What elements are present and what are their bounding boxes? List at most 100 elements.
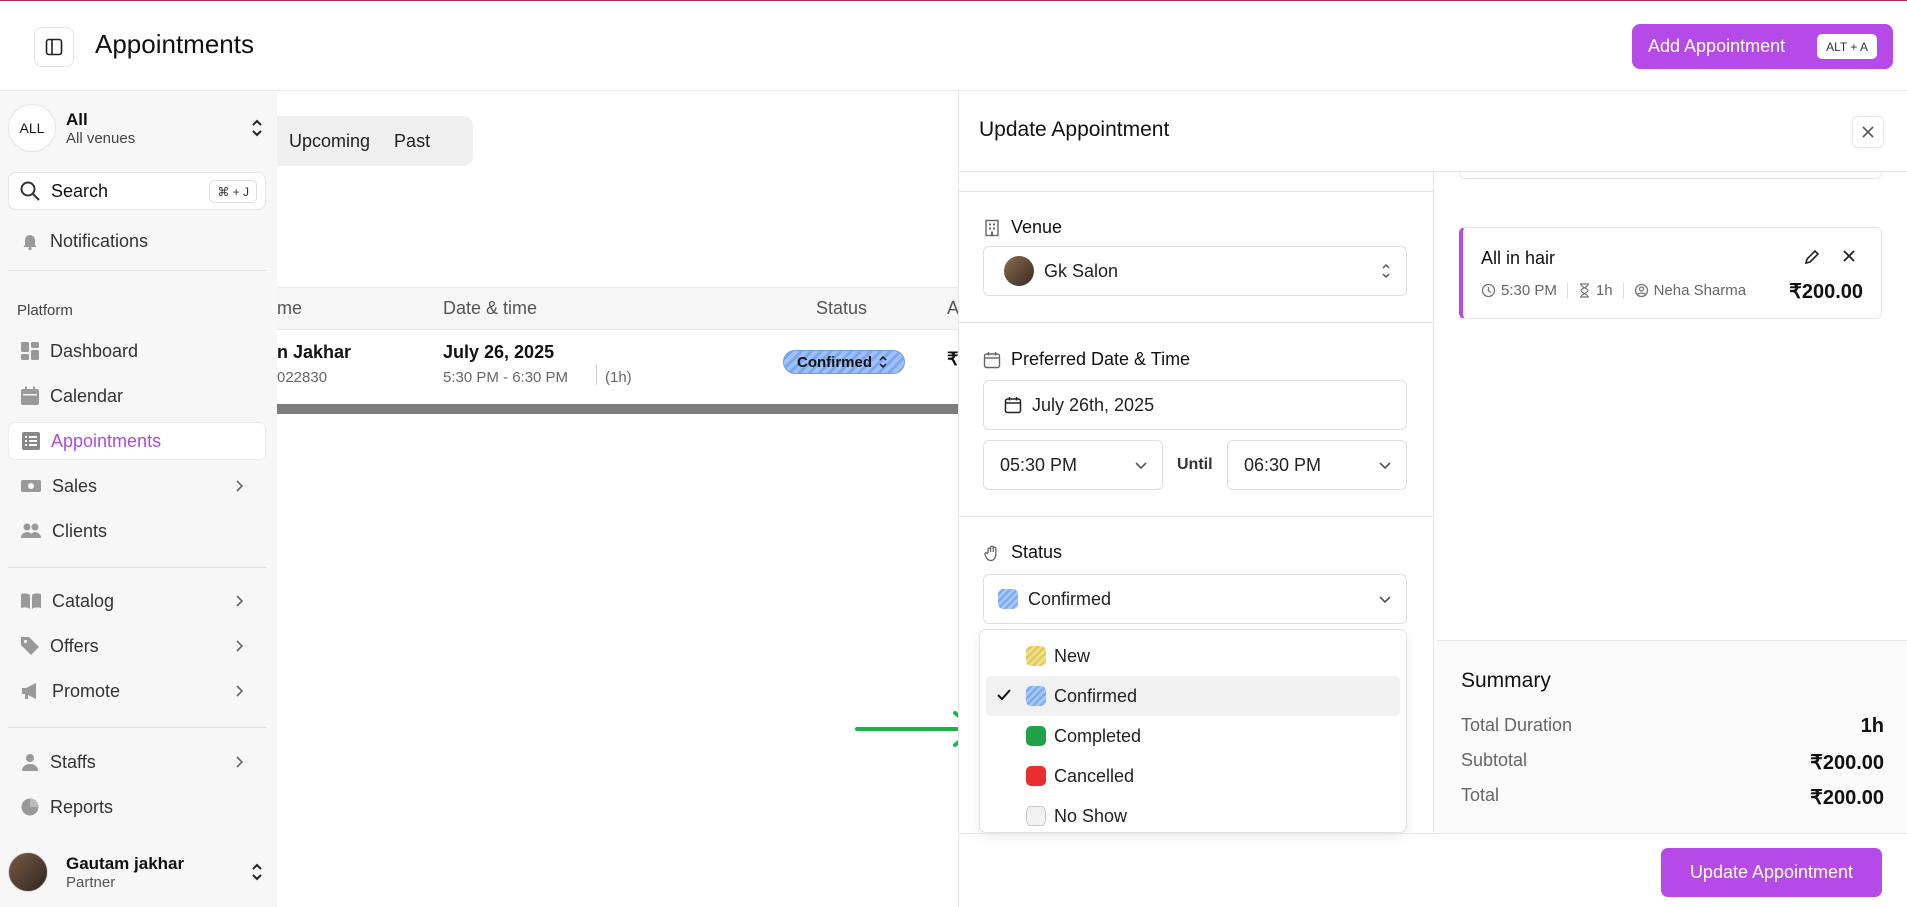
page-title: Appointments — [95, 29, 254, 59]
appointment-time: 5:30 PM - 6:30 PM — [443, 369, 569, 386]
chevron-right-icon — [236, 640, 244, 652]
sidebar-item-promote[interactable]: Promote — [8, 672, 266, 710]
service-card: All in hair 5:30 PM 1h Neha Sharma ₹200.… — [1459, 227, 1882, 319]
sidebar-panel-icon — [45, 38, 63, 56]
sidebar-item-label: Sales — [52, 475, 98, 496]
close-icon — [1862, 126, 1874, 138]
chevron-right-icon — [236, 756, 244, 768]
summary-total: Total ₹200.00 — [1461, 785, 1884, 809]
sidebar-item-label: Promote — [52, 680, 121, 701]
status-select[interactable]: Confirmed — [983, 574, 1407, 624]
section-label-platform: Platform — [17, 302, 73, 319]
summary-label: Subtotal — [1461, 750, 1528, 770]
users-icon — [21, 523, 41, 538]
megaphone-icon — [22, 683, 36, 699]
start-time-select[interactable]: 05:30 PM — [983, 440, 1163, 490]
status-option-completed[interactable]: Completed — [986, 716, 1400, 756]
status-option-cancelled[interactable]: Cancelled — [986, 756, 1400, 796]
panel-column-divider — [1433, 171, 1434, 832]
sidebar-item-reports[interactable]: Reports — [8, 788, 266, 826]
notifications-item[interactable]: Notifications — [8, 222, 266, 260]
end-time-select[interactable]: 06:30 PM — [1227, 440, 1407, 490]
bell-icon — [23, 235, 37, 251]
sidebar-item-catalog[interactable]: Catalog — [8, 582, 266, 620]
date-picker[interactable]: July 26th, 2025 — [983, 380, 1407, 430]
appointment-duration: (1h) — [605, 369, 632, 386]
shortcut-badge: ALT + A — [1817, 34, 1877, 59]
sidebar-item-offers[interactable]: Offers — [8, 627, 266, 665]
venue-value: Gk Salon — [1044, 260, 1119, 281]
venue-select[interactable]: Gk Salon — [983, 246, 1407, 296]
close-button[interactable] — [1852, 116, 1884, 148]
status-swatch-confirmed — [1026, 686, 1046, 706]
status-value: Confirmed — [1028, 588, 1112, 609]
amount-cell: ₹ — [947, 349, 958, 369]
sidebar-item-label: Dashboard — [50, 340, 139, 361]
add-appointment-button[interactable]: Add Appointment ALT + A — [1632, 24, 1893, 69]
update-appointment-button[interactable]: Update Appointment — [1661, 848, 1882, 897]
service-time: 5:30 PM — [1501, 282, 1557, 299]
sidebar-item-appointments[interactable]: Appointments — [8, 422, 266, 460]
user-menu[interactable]: Gautam jakhar Partner — [8, 844, 270, 900]
status-option-label: Cancelled — [1054, 765, 1135, 786]
summary-value: ₹200.00 — [1810, 752, 1884, 774]
building-icon — [985, 219, 999, 236]
status-option-new[interactable]: New — [986, 636, 1400, 676]
status-option-label: Completed — [1054, 725, 1142, 746]
status-swatch — [998, 589, 1018, 609]
clock-icon — [1481, 283, 1496, 298]
until-label: Until — [1177, 456, 1213, 473]
appointment-tabs: Upcoming Past — [277, 116, 473, 166]
venue-switcher[interactable]: ALL All All venues — [8, 100, 270, 156]
sidebar-toggle-button[interactable] — [34, 27, 74, 67]
table-row[interactable]: n Jakhar 022830 July 26, 2025 5:30 PM - … — [277, 330, 958, 396]
section-divider — [959, 322, 1433, 323]
sidebar-item-sales[interactable]: Sales — [8, 467, 266, 505]
chevron-right-icon — [236, 685, 244, 697]
status-swatch-completed — [1026, 726, 1046, 746]
sidebar-item-label: Calendar — [50, 385, 124, 406]
status-badge[interactable]: Confirmed — [783, 350, 905, 374]
tag-icon — [21, 637, 39, 655]
user-circle-icon — [1634, 283, 1648, 298]
sidebar-item-dashboard[interactable]: Dashboard — [8, 332, 266, 370]
datetime-label-text: Preferred Date & Time — [1011, 349, 1191, 369]
horizontal-scrollbar[interactable] — [277, 404, 958, 414]
status-option-confirmed[interactable]: Confirmed — [986, 676, 1400, 716]
notifications-label: Notifications — [50, 230, 149, 251]
summary-subtotal: Subtotal ₹200.00 — [1461, 750, 1884, 774]
summary-title: Summary — [1461, 669, 1551, 692]
service-price: ₹200.00 — [1789, 281, 1863, 303]
status-option-label: Confirmed — [1054, 685, 1138, 706]
summary-label: Total Duration — [1461, 715, 1573, 735]
appointment-date: July 26, 2025 — [443, 342, 555, 362]
sidebar-item-staffs[interactable]: Staffs — [8, 743, 266, 781]
search-button[interactable]: Search ⌘ + J — [8, 172, 266, 210]
summary-value: 1h — [1860, 715, 1884, 737]
status-badge-label: Confirmed — [797, 353, 872, 371]
client-phone: 022830 — [277, 369, 328, 386]
close-icon[interactable] — [1841, 248, 1857, 264]
chevron-right-icon — [236, 480, 244, 492]
status-label-text: Status — [1011, 542, 1063, 562]
summary-value: ₹200.00 — [1810, 787, 1884, 809]
venue-label-text: Venue — [1011, 217, 1063, 237]
sidebar-item-clients[interactable]: Clients — [8, 512, 266, 550]
tab-upcoming[interactable]: Upcoming — [277, 131, 382, 152]
venue-label: Venue — [983, 217, 1062, 238]
staff-icon — [22, 754, 38, 771]
status-option-label: No Show — [1054, 805, 1128, 826]
tab-past[interactable]: Past — [382, 131, 442, 152]
appointments-main: Upcoming Past me Date & time Status A n … — [277, 92, 958, 907]
status-option-no-show[interactable]: No Show — [986, 796, 1400, 836]
calendar-icon — [1004, 397, 1022, 414]
sidebar-item-calendar[interactable]: Calendar — [8, 377, 266, 415]
pencil-icon[interactable] — [1803, 248, 1821, 266]
date-value: July 26th, 2025 — [1032, 394, 1155, 415]
venue-avatar — [1004, 256, 1034, 286]
venue-badge: ALL — [8, 104, 56, 152]
venue-title: All — [66, 109, 88, 129]
sidebar-divider — [8, 270, 266, 271]
status-swatch-new — [1026, 646, 1046, 666]
avatar — [8, 852, 48, 892]
